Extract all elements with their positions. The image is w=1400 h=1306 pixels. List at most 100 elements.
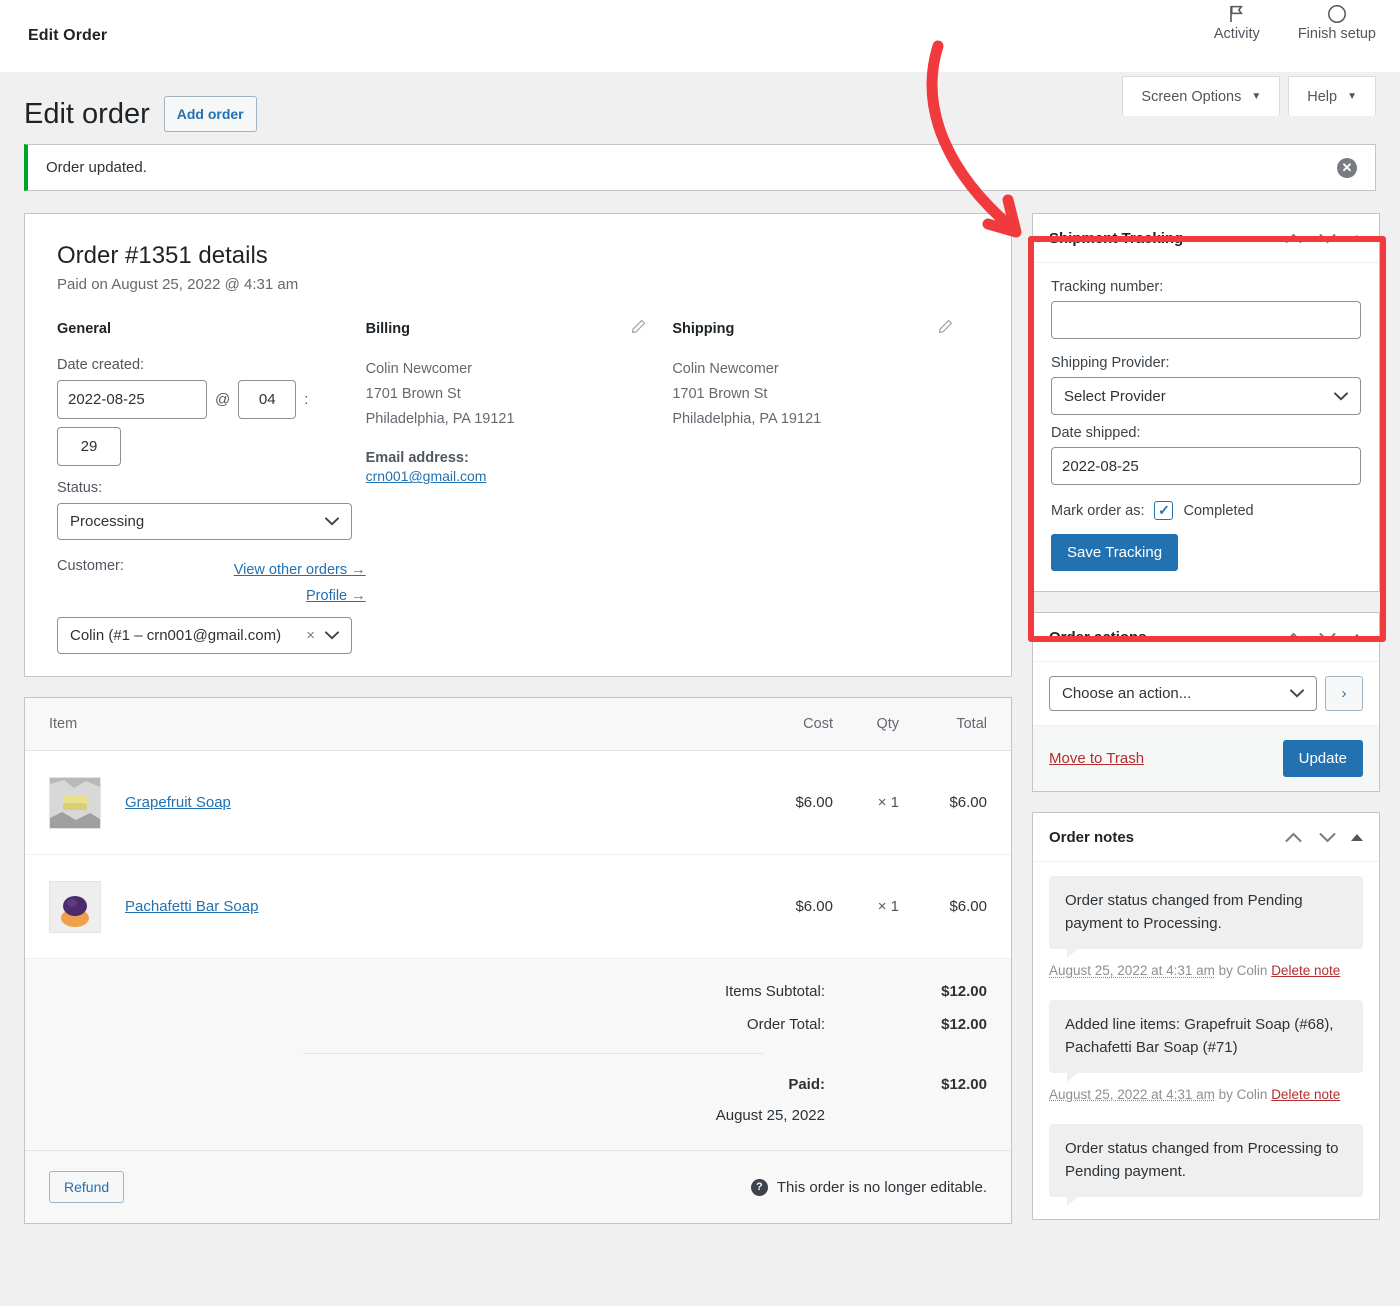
item-qty: × 1 — [877, 898, 899, 916]
close-icon[interactable]: ✕ — [1337, 157, 1357, 178]
toggle-panel-icon[interactable] — [1351, 633, 1363, 641]
product-link[interactable]: Grapefruit Soap — [125, 794, 231, 811]
general-heading: General — [57, 321, 111, 338]
hour-input[interactable]: 04 — [238, 380, 297, 420]
order-actions-select-row: Choose an action... › — [1033, 662, 1379, 725]
admin-bar-title: Edit Order — [28, 27, 108, 44]
chevron-up-icon[interactable] — [1283, 827, 1303, 847]
order-actions-title: Order actions — [1049, 628, 1147, 646]
column-header-cost: Cost — [803, 716, 833, 733]
delete-note-link[interactable]: Delete note — [1271, 963, 1340, 978]
order-status-select[interactable]: Processing — [57, 503, 352, 541]
item-total: $6.00 — [949, 898, 987, 916]
view-other-orders-link[interactable]: View other orders → — [234, 562, 366, 578]
note-meta: August 25, 2022 at 4:31 am by Colin Dele… — [1049, 961, 1363, 982]
date-shipped-label: Date shipped: — [1051, 425, 1141, 442]
date-shipped-input[interactable] — [1051, 447, 1361, 486]
choose-action-select[interactable]: Choose an action... — [1049, 676, 1317, 712]
date-created-input[interactable]: 2022-08-25 — [57, 380, 207, 420]
admin-bar: Edit Order Activity Finish setup — [0, 0, 1400, 72]
chevron-down-icon: ▼ — [1347, 91, 1357, 102]
chevron-up-icon[interactable] — [1283, 228, 1303, 248]
panel-handles — [1283, 827, 1363, 847]
totals-row: Order Total: $12.00 — [49, 1016, 987, 1033]
clear-customer-icon[interactable]: × — [306, 627, 315, 644]
update-button[interactable]: Update — [1282, 740, 1363, 778]
list-item: Added line items: Grapefruit Soap (#68),… — [1049, 1000, 1363, 1106]
chevron-down-icon: ▼ — [1251, 91, 1262, 102]
toggle-panel-icon[interactable] — [1351, 234, 1363, 242]
table-row: Grapefruit Soap $6.00 × 1 $6.00 — [25, 751, 1011, 856]
order-notes-body: Order status changed from Pending paymen… — [1033, 862, 1379, 1219]
help-button[interactable]: Help ▼ — [1288, 76, 1376, 116]
move-to-trash-link[interactable]: Move to Trash — [1049, 750, 1144, 767]
order-paid-subheading: Paid on August 25, 2022 @ 4:31 am — [57, 276, 299, 294]
refund-button[interactable]: Refund — [49, 1171, 125, 1204]
tracking-number-input[interactable] — [1051, 301, 1361, 340]
order-total-value: $12.00 — [941, 1016, 987, 1034]
paid-date: August 25, 2022 — [715, 1107, 825, 1125]
shipment-tracking-title: Shipment Tracking — [1049, 229, 1184, 247]
adminbar-label-activity: Activity — [1213, 26, 1260, 42]
order-actions-header: Order actions — [1033, 613, 1379, 663]
tracking-number-label: Tracking number: — [1051, 279, 1164, 296]
note-text: Order status changed from Processing to … — [1049, 1124, 1363, 1207]
mark-completed-checkbox[interactable]: ✓ — [1154, 501, 1174, 521]
adminbar-item-activity[interactable]: Activity — [1214, 4, 1260, 42]
paid-value: $12.00 — [941, 1076, 987, 1094]
item-total: $6.00 — [949, 794, 987, 812]
apply-action-button[interactable]: › — [1325, 676, 1363, 712]
shipping-city: Philadelphia, PA 19121 — [672, 411, 822, 428]
billing-email-link[interactable]: crn001@gmail.com — [366, 468, 487, 484]
save-tracking-button[interactable]: Save Tracking — [1051, 534, 1179, 572]
edit-billing-pencil-icon[interactable] — [631, 319, 646, 337]
table-row: Pachafetti Bar Soap $6.00 × 1 $6.00 — [25, 855, 1011, 960]
date-created-row: 2022-08-25 @ 04 : — [57, 380, 366, 420]
chevron-down-icon[interactable] — [1317, 627, 1337, 647]
profile-link[interactable]: Profile → — [306, 588, 366, 604]
add-order-button[interactable]: Add order — [163, 96, 257, 133]
notice-text: Order updated. — [46, 159, 147, 177]
minute-input[interactable]: 29 — [57, 427, 121, 467]
chevron-down-icon — [1334, 388, 1348, 405]
shipping-provider-select[interactable]: Select Provider — [1051, 377, 1361, 416]
items-footer: Refund ? This order is no longer editabl… — [25, 1150, 1011, 1224]
customer-select[interactable]: Colin (#1 – crn001@gmail.com) × — [57, 617, 352, 655]
note-date: August 25, 2022 at 4:31 am — [1049, 1087, 1215, 1103]
item-cost: $6.00 — [795, 898, 833, 916]
order-detail-columns: General Date created: 2022-08-25 @ 04 : … — [57, 319, 979, 655]
column-header-qty: Qty — [876, 716, 899, 733]
not-editable-text: This order is no longer editable. — [776, 1178, 987, 1196]
mark-order-as-row: Mark order as: ✓ Completed — [1051, 501, 1361, 521]
order-notes-title: Order notes — [1049, 828, 1135, 846]
order-notes-panel: Order notes Order status changed from Pe… — [1032, 812, 1380, 1221]
screen-options-button[interactable]: Screen Options ▼ — [1122, 76, 1281, 116]
order-notes-header: Order notes — [1033, 813, 1379, 863]
adminbar-item-finish-setup[interactable]: Finish setup — [1298, 4, 1376, 42]
product-thumbnail[interactable] — [49, 776, 101, 829]
order-details-heading: Order #1351 details — [57, 242, 268, 270]
chevron-down-icon — [325, 513, 339, 530]
billing-email-label: Email address: — [365, 450, 469, 467]
product-thumbnail[interactable] — [49, 880, 101, 933]
toggle-panel-icon[interactable] — [1351, 833, 1363, 841]
chevron-up-icon[interactable] — [1283, 627, 1303, 647]
edit-shipping-pencil-icon[interactable] — [938, 319, 953, 337]
product-link[interactable]: Pachafetti Bar Soap — [125, 898, 258, 915]
customer-label: Customer: — [57, 558, 124, 575]
date-created-label: Date created: — [57, 357, 145, 374]
general-column: General Date created: 2022-08-25 @ 04 : … — [57, 321, 366, 655]
order-details-body: Order #1351 details Paid on August 25, 2… — [25, 214, 1011, 676]
status-label: Status: — [57, 480, 103, 497]
customer-value: Colin (#1 – crn001@gmail.com) — [70, 627, 282, 645]
totals-divider — [303, 1053, 763, 1055]
note-meta: August 25, 2022 at 4:31 am by Colin Dele… — [1049, 1085, 1363, 1106]
order-items-panel: Item Cost Qty Total Grapefruit Soap $6.0… — [24, 697, 1012, 1225]
chevron-down-icon[interactable] — [1317, 827, 1337, 847]
delete-note-link[interactable]: Delete note — [1271, 1087, 1340, 1102]
help-icon: ? — [750, 1178, 768, 1196]
list-item: Order status changed from Processing to … — [1049, 1124, 1363, 1207]
at-symbol: @ — [215, 391, 231, 409]
shipping-address: Colin Newcomer 1701 Brown St Philadelphi… — [672, 357, 979, 432]
chevron-down-icon[interactable] — [1317, 228, 1337, 248]
